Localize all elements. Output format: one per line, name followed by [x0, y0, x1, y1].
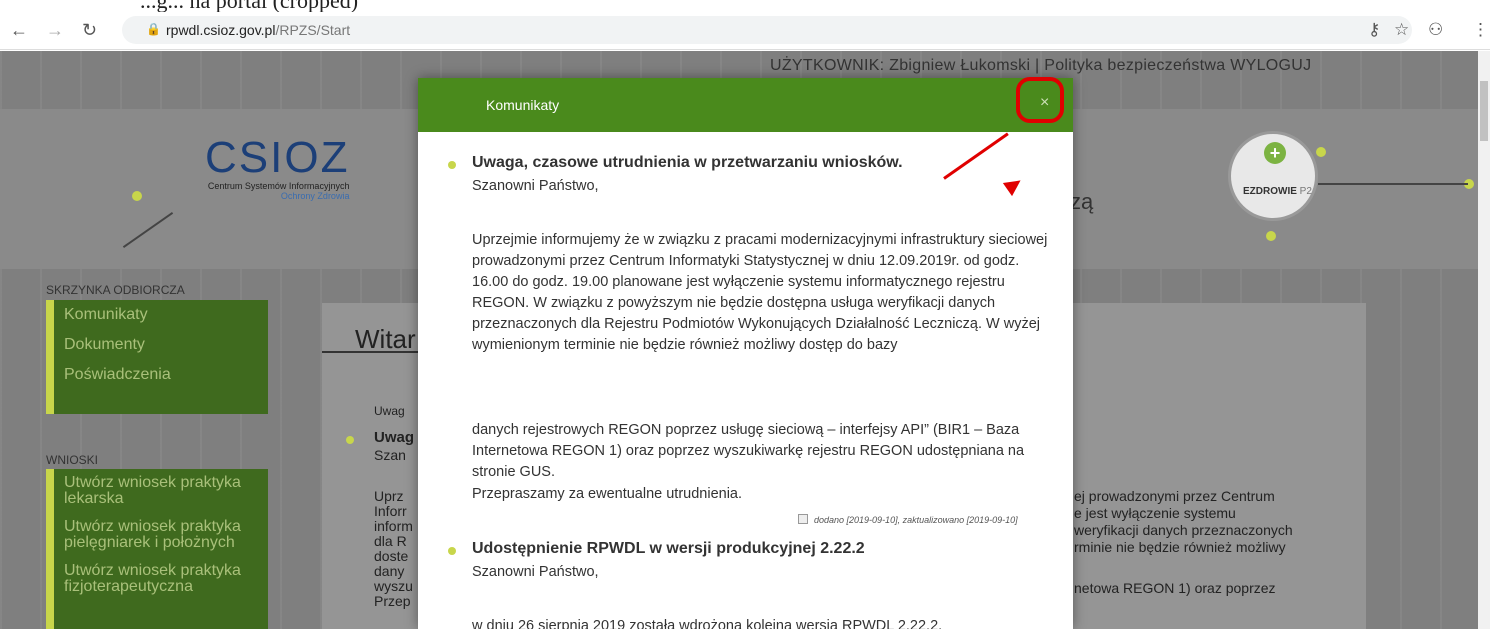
csioz-logo: CSIOZ Centrum Systemów Informacyjnych Oc… — [205, 133, 350, 201]
bg-text: Przep — [374, 593, 411, 609]
key-icon[interactable]: ⚷ — [1368, 20, 1380, 40]
url-text[interactable]: rpwdl.csioz.gov.pl/RPZS/Start — [166, 22, 350, 38]
message-title: Udostępnienie RPWDL w wersji produkcyjne… — [472, 540, 865, 557]
bg-text: ej prowadzonymi przez Centrum — [1074, 488, 1275, 504]
modal-title: Komunikaty — [486, 97, 560, 113]
user-info: UŻYTKOWNIK: Zbigniew Łukomski | Polityka… — [770, 57, 1312, 74]
page-overlay-area: UŻYTKOWNIK: Zbigniew Łukomski | Polityka… — [0, 51, 1490, 629]
bg-text: Uwag — [374, 404, 405, 418]
modal-header: Komunikaty × — [418, 77, 1073, 132]
bg-text: Szan — [374, 447, 406, 463]
bg-text: doste — [374, 548, 409, 564]
message-body: Przepraszamy za ewentualne utrudnienia. — [472, 486, 743, 502]
bg-text: Uprz — [374, 488, 404, 504]
deco-dot — [1316, 147, 1326, 157]
inbox-section-label: SKRZYNKA ODBIORCZA — [46, 283, 185, 297]
message-body: w dniu 26 sierpnia 2019 została wdrożona… — [472, 618, 943, 629]
bg-text: wyszu — [374, 578, 413, 594]
sidebar-item-praktyka-fizjoterapeutyczna[interactable]: Utwórz wniosek praktyka fizjoterapeutycz… — [54, 557, 268, 601]
message-greeting: Szanowni Państwo, — [472, 564, 599, 580]
message-bullet — [448, 547, 456, 555]
message-title: Uwaga, czasowe utrudnienia w przetwarzan… — [472, 154, 903, 171]
message-body: Uprzejmie informujemy że w związku z pra… — [472, 232, 1048, 353]
requests-menu: Utwórz wniosek praktyka lekarska Utwórz … — [46, 469, 268, 629]
reload-icon[interactable]: ↻ — [82, 20, 97, 41]
sidebar-item-dokumenty[interactable]: Dokumenty — [54, 330, 268, 360]
komunikaty-modal: Komunikaty × Uwaga, czasowe utrudnienia … — [418, 77, 1073, 629]
sidebar-item-praktyka-lekarska[interactable]: Utwórz wniosek praktyka lekarska — [54, 469, 268, 513]
close-icon[interactable]: × — [1040, 94, 1049, 112]
menu-dots-icon[interactable]: ⋮ — [1472, 20, 1489, 40]
mark-read-checkbox[interactable] — [798, 514, 808, 524]
deco-dot — [132, 191, 142, 201]
message-body: danych rejestrowych REGON poprzez usługę… — [472, 422, 1025, 480]
requests-section-label: WNIOSKI — [46, 453, 99, 467]
ezdrowie-logo: + EZDROWIE P2 — [1228, 131, 1318, 221]
bg-bullet — [346, 436, 354, 444]
modal-body[interactable]: Uwaga, czasowe utrudnienia w przetwarzan… — [418, 132, 1073, 629]
sidebar-item-praktyka-pielegniarek[interactable]: Utwórz wniosek praktyka pielęgniarek i p… — [54, 513, 268, 557]
bg-text: weryfikacji danych przeznaczonych — [1074, 522, 1293, 538]
bg-text: rminie nie będzie również możliwy — [1074, 539, 1286, 555]
scrollbar[interactable] — [1478, 51, 1490, 629]
star-icon[interactable]: ☆ — [1394, 20, 1409, 40]
bg-text: e jest wyłączenie systemu — [1074, 505, 1236, 521]
browser-toolbar: ← → ↻ 🔒 rpwdl.csioz.gov.pl/RPZS/Start ⚷ … — [0, 12, 1490, 50]
message-bullet — [448, 161, 456, 169]
heading-underline — [322, 351, 422, 353]
bg-text: inform — [374, 518, 413, 534]
inbox-menu: Komunikaty Dokumenty Poświadczenia — [46, 300, 268, 414]
sidebar-item-poswiadczenia[interactable]: Poświadczenia — [54, 360, 268, 390]
message-greeting: Szanowni Państwo, — [472, 178, 599, 194]
tagline-fragment: zą — [1070, 189, 1094, 214]
bg-text: netowa REGON 1) oraz poprzez — [1074, 580, 1276, 596]
lock-icon: 🔒 — [146, 22, 161, 36]
forward-arrow-icon[interactable]: → — [46, 20, 64, 41]
deco-line — [1318, 183, 1468, 185]
deco-dot — [1266, 231, 1276, 241]
message-timestamp: dodano [2019-09-10], zaktualizowano [201… — [798, 514, 1018, 525]
back-arrow-icon[interactable]: ← — [10, 20, 28, 41]
bg-text: Uwag — [374, 429, 415, 446]
sidebar-item-komunikaty[interactable]: Komunikaty — [54, 300, 268, 330]
bg-text: dla R — [374, 533, 407, 549]
extension-icon[interactable]: ⚇ — [1428, 20, 1443, 40]
bg-text: Inforr — [374, 503, 407, 519]
bg-text: dany — [374, 563, 405, 579]
